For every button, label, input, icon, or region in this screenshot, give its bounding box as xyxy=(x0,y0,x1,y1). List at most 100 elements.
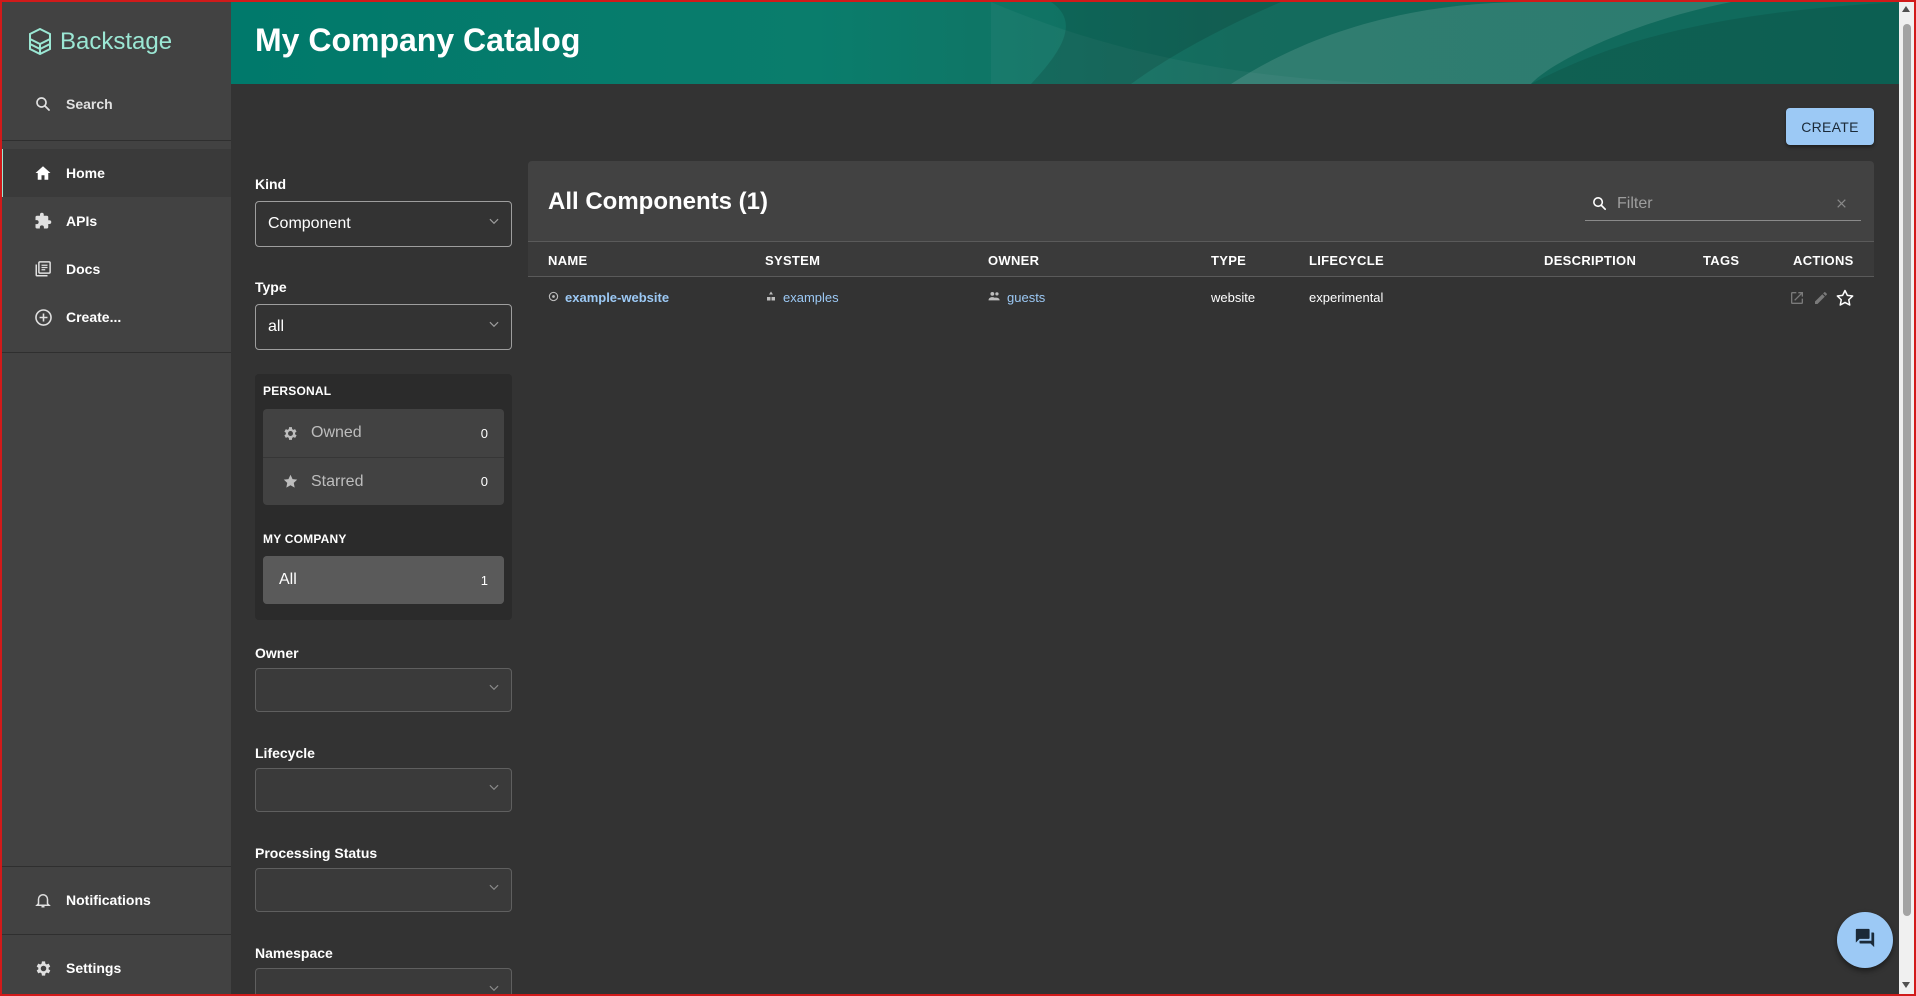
cell-system[interactable]: examples xyxy=(765,290,839,305)
scrollbar-thumb[interactable] xyxy=(1903,24,1911,916)
clear-icon[interactable] xyxy=(1829,197,1853,210)
system-link[interactable]: examples xyxy=(783,290,839,305)
lifecycle-select[interactable] xyxy=(255,768,512,812)
user-list-picker: PERSONAL Owned 0 Starred 0 MY COMPANY Al… xyxy=(255,374,512,620)
all-filter[interactable]: All 1 xyxy=(263,556,504,604)
column-header-name[interactable]: NAME xyxy=(548,253,587,268)
edit-icon[interactable] xyxy=(1810,287,1832,309)
type-select[interactable]: all xyxy=(255,304,512,350)
column-header-lifecycle[interactable]: LIFECYCLE xyxy=(1309,253,1384,268)
feedback-chat-button[interactable] xyxy=(1837,912,1893,968)
sidebar: Backstage Search Home APIs Docs Create..… xyxy=(0,0,231,996)
page-scrollbar[interactable] xyxy=(1899,2,1914,994)
docs-icon xyxy=(32,258,54,280)
gear-icon xyxy=(281,424,299,442)
owner-link[interactable]: guests xyxy=(1007,290,1045,305)
starred-filter[interactable]: Starred 0 xyxy=(263,457,504,505)
table-filter[interactable]: Filter xyxy=(1585,187,1861,221)
sidebar-divider xyxy=(0,934,231,935)
sidebar-item-notifications[interactable]: Notifications xyxy=(0,876,231,924)
sidebar-search-label: Search xyxy=(66,96,113,112)
group-icon xyxy=(988,290,1001,305)
type-filter-label: Type xyxy=(255,279,287,295)
cell-type: website xyxy=(1211,290,1256,305)
column-header-system[interactable]: SYSTEM xyxy=(765,253,820,268)
sidebar-item-apis[interactable]: APIs xyxy=(0,197,231,245)
lifecycle-filter-label: Lifecycle xyxy=(255,745,315,761)
cell-name[interactable]: example-website xyxy=(548,290,669,305)
owned-filter[interactable]: Owned 0 xyxy=(263,409,504,457)
owner-filter-label: Owner xyxy=(255,645,299,661)
sidebar-item-label: Settings xyxy=(66,960,122,976)
column-header-description[interactable]: DESCRIPTION xyxy=(1544,253,1636,268)
chevron-down-icon xyxy=(487,982,501,996)
column-header-owner[interactable]: OWNER xyxy=(988,253,1039,268)
sidebar-item-label: Create... xyxy=(66,309,122,325)
namespace-select[interactable] xyxy=(255,968,512,996)
sidebar-divider xyxy=(0,866,231,867)
scroll-up-arrow[interactable] xyxy=(1902,6,1910,12)
owner-select[interactable] xyxy=(255,668,512,712)
owned-label: Owned xyxy=(311,424,362,441)
sidebar-item-label: APIs xyxy=(66,213,98,229)
chevron-down-icon xyxy=(487,881,501,900)
component-link[interactable]: example-website xyxy=(565,290,669,305)
add-circle-icon xyxy=(32,306,54,328)
sidebar-item-home[interactable]: Home xyxy=(0,149,231,197)
sidebar-item-label: Docs xyxy=(66,261,101,277)
type-select-value: all xyxy=(268,318,285,335)
table-title: All Components (1) xyxy=(548,188,768,215)
table-row: example-website examples guests website … xyxy=(528,277,1874,318)
personal-section-title: PERSONAL xyxy=(263,384,332,398)
owned-count: 0 xyxy=(480,425,488,441)
puzzle-icon xyxy=(32,210,54,232)
create-button[interactable]: CREATE xyxy=(1786,108,1874,145)
all-count: 1 xyxy=(480,572,488,588)
sidebar-item-create[interactable]: Create... xyxy=(0,293,231,341)
page-header: My Company Catalog xyxy=(231,2,1901,84)
chevron-down-icon xyxy=(487,681,501,700)
sidebar-item-label: Notifications xyxy=(66,892,151,908)
processing-status-select[interactable] xyxy=(255,868,512,912)
column-header-tags[interactable]: TAGS xyxy=(1703,253,1739,268)
chat-icon xyxy=(1854,927,1876,954)
home-icon xyxy=(32,162,54,184)
filter-input[interactable]: Filter xyxy=(1617,195,1829,213)
sidebar-item-docs[interactable]: Docs xyxy=(0,245,231,293)
kind-select-value: Component xyxy=(268,215,351,232)
view-icon[interactable] xyxy=(1786,287,1808,309)
backstage-logo-icon xyxy=(29,28,51,56)
star-outline-icon[interactable] xyxy=(1834,287,1856,309)
app-name: Backstage xyxy=(60,28,173,55)
cell-owner[interactable]: guests xyxy=(988,290,1045,305)
table-header: NAME SYSTEM OWNER TYPE LIFECYCLE DESCRIP… xyxy=(528,241,1874,277)
search-icon xyxy=(1587,195,1611,212)
company-section-title: MY COMPANY xyxy=(263,532,347,546)
column-header-actions: ACTIONS xyxy=(1793,253,1854,268)
bell-icon xyxy=(32,889,54,911)
backstage-logo[interactable]: Backstage xyxy=(28,28,172,56)
chevron-down-icon xyxy=(487,318,501,337)
system-icon xyxy=(765,290,777,305)
cell-lifecycle: experimental xyxy=(1309,290,1384,305)
starred-label: Starred xyxy=(311,472,364,490)
namespace-filter-label: Namespace xyxy=(255,945,333,961)
page-title: My Company Catalog xyxy=(255,22,581,58)
starred-count: 0 xyxy=(480,474,488,489)
processing-status-filter-label: Processing Status xyxy=(255,845,378,861)
kind-select[interactable]: Component xyxy=(255,201,512,247)
personal-group: Owned 0 Starred 0 xyxy=(263,409,504,505)
star-icon xyxy=(281,473,299,491)
chevron-down-icon xyxy=(487,781,501,800)
company-group: All 1 xyxy=(263,556,504,604)
kind-filter-label: Kind xyxy=(255,176,287,192)
sidebar-item-settings[interactable]: Settings xyxy=(0,944,231,992)
components-table: All Components (1) Filter NAME SYSTEM OW… xyxy=(528,161,1874,318)
scroll-down-arrow[interactable] xyxy=(1902,982,1910,988)
sidebar-divider xyxy=(0,140,231,141)
chevron-down-icon xyxy=(487,215,501,234)
column-header-type[interactable]: TYPE xyxy=(1211,253,1246,268)
sidebar-search[interactable]: Search xyxy=(0,80,231,128)
sidebar-divider xyxy=(0,352,231,353)
search-icon xyxy=(32,93,54,115)
